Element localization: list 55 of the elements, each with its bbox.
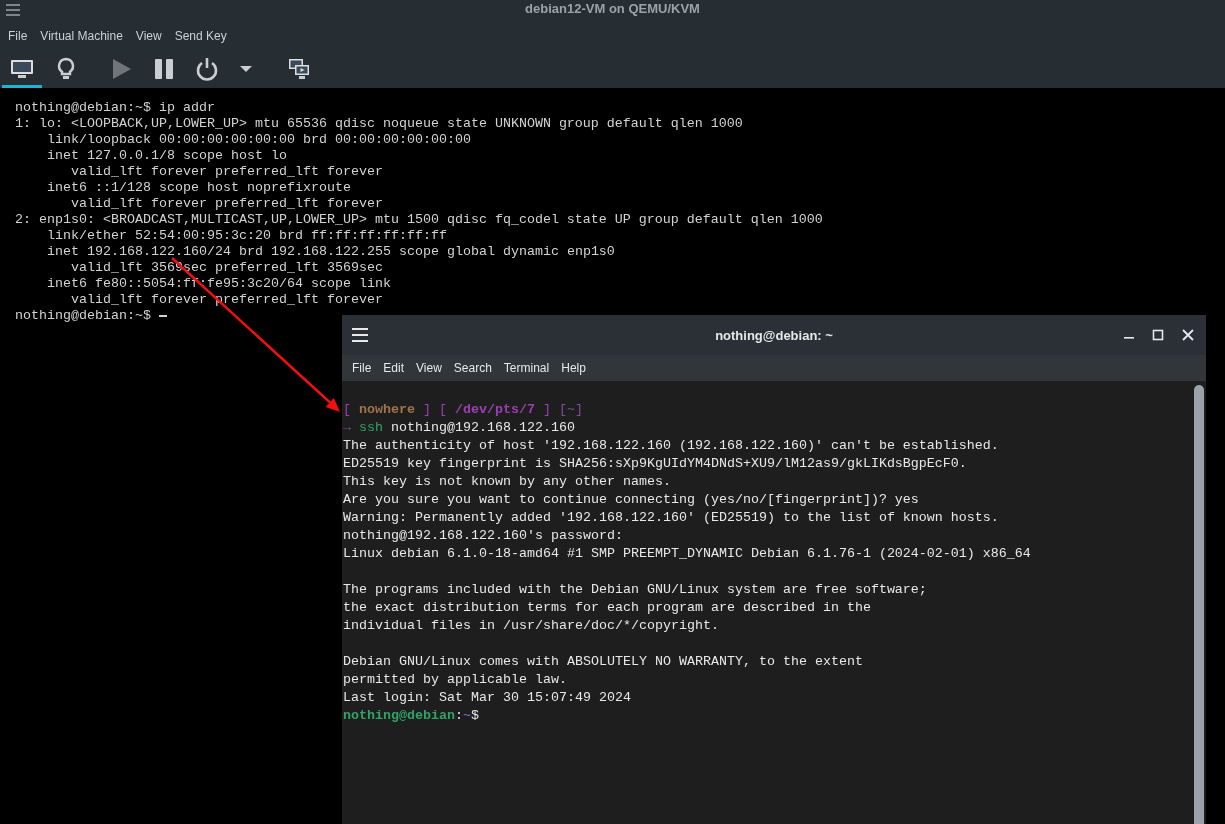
- terminal-line: individual files in /usr/share/doc/*/copyright.: [343, 617, 719, 635]
- menu-item[interactable]: File: [7, 27, 37, 45]
- terminal-line: → ssh nothing@192.168.122.160: [343, 419, 575, 437]
- console-line: valid_lft forever preferred_lft forever: [71, 196, 383, 212]
- terminal-line: nothing@debian:~$: [343, 707, 479, 725]
- console-line: valid_lft forever preferred_lft forever: [71, 292, 383, 308]
- menu-item[interactable]: File: [351, 359, 380, 377]
- console-line: 1: lo: <LOOPBACK,UP,LOWER_UP> mtu 65536 qdisc noqueue state UNKNOWN group default qlen 1000: [15, 116, 743, 132]
- console-line: nothing@debian:~$: [15, 308, 151, 324]
- maximize-icon: [1152, 329, 1164, 341]
- terminal-line: The programs included with the Debian GNU/Linux system are free software;: [343, 581, 927, 599]
- terminal-line: This key is not known by any other names.: [343, 473, 671, 491]
- close-icon: [1182, 329, 1194, 341]
- lightbulb-icon: [56, 56, 76, 81]
- console-line: link/loopback 00:00:00:00:00:00 brd 00:00:00:00:00:00: [47, 132, 471, 148]
- text-cursor: [159, 315, 167, 317]
- terminal-line: ED25519 key fingerprint is SHA256:sXp9KgUIdYM4DNdS+XU9/lM12as9/gkLIKdsBgpEcF0.: [343, 455, 967, 473]
- terminal-line: nothing@192.168.122.160's password:: [343, 527, 623, 545]
- menu-item[interactable]: View: [134, 27, 171, 45]
- monitor-icon: [10, 58, 34, 79]
- terminal-line: Last login: Sat Mar 30 15:07:49 2024: [343, 689, 631, 707]
- console-line: inet 127.0.0.1/8 scope host lo: [47, 148, 287, 164]
- menu-item[interactable]: Edit: [382, 359, 413, 377]
- power-icon: [196, 56, 218, 81]
- scrollbar-thumb[interactable]: [1194, 385, 1204, 824]
- terminal-line: Warning: Permanently added '192.168.122.160' (ED25519) to the list of known hosts.: [343, 509, 999, 527]
- console-line: inet6 ::1/128 scope host noprefixroute: [47, 180, 351, 196]
- window-title: debian12-VM on QEMU/KVM: [525, 1, 700, 16]
- caret-icon: [240, 65, 252, 72]
- console-line: 2: enp1s0: <BROADCAST,MULTICAST,UP,LOWER_UP> mtu 1500 qdisc fq_codel state UP group default qlen 1000: [15, 212, 823, 228]
- terminal-line: [ nowhere ] [ /dev/pts/7 ] [~]: [343, 401, 583, 419]
- terminal-line: Are you sure you want to continue connecting (yes/no/[fingerprint])? yes: [343, 491, 919, 509]
- screens-icon: [288, 57, 310, 80]
- window-title: nothing@debian: ~: [715, 327, 833, 343]
- minimize-icon: [1124, 337, 1134, 339]
- console-line: valid_lft forever preferred_lft forever: [71, 164, 383, 180]
- menu-item[interactable]: Send Key: [173, 27, 236, 45]
- terminal-line: Linux debian 6.1.0-18-amd64 #1 SMP PREEMPT_DYNAMIC Debian 6.1.76-1 (2024-02-01) x86_64: [343, 545, 1031, 563]
- console-line: nothing@debian:~$ ip addr: [15, 100, 215, 116]
- console-line: link/ether 52:54:00:95:3c:20 brd ff:ff:ff:ff:ff:ff: [47, 228, 447, 244]
- pause-icon: [154, 57, 174, 80]
- terminal-line: Debian GNU/Linux comes with ABSOLUTELY NO WARRANTY, to the extent: [343, 653, 863, 671]
- menu-item[interactable]: View: [415, 359, 450, 377]
- menu-item[interactable]: Search: [452, 359, 500, 377]
- menu-icon[interactable]: [352, 328, 368, 342]
- menu-item[interactable]: Terminal: [502, 359, 558, 377]
- maximize-button[interactable]: [1150, 327, 1166, 343]
- terminal-line: The authenticity of host '192.168.122.160 (192.168.122.160)' can't be established.: [343, 437, 999, 455]
- menu-item[interactable]: Virtual Machine: [39, 27, 132, 45]
- menu-item[interactable]: Help: [560, 359, 594, 377]
- play-icon: [112, 57, 132, 80]
- terminal-line: permitted by applicable law.: [343, 671, 567, 689]
- console-line: inet 192.168.122.160/24 brd 192.168.122.255 scope global dynamic enp1s0: [47, 244, 615, 260]
- terminal-line: the exact distribution terms for each program are described in the: [343, 599, 871, 617]
- close-button[interactable]: [1180, 327, 1196, 343]
